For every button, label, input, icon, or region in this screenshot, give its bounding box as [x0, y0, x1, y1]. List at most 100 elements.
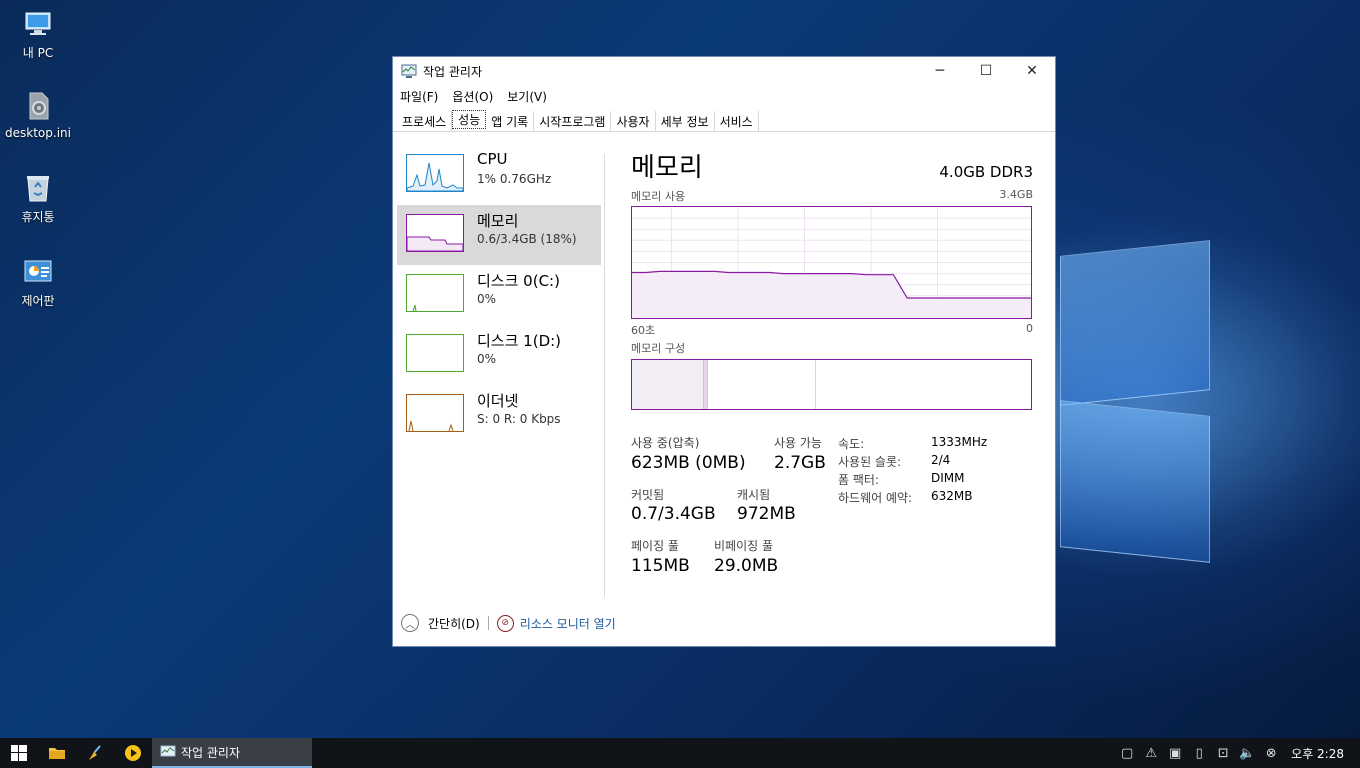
memory-title: 메모리	[631, 153, 703, 183]
volume-icon[interactable]: 🔈	[1235, 746, 1259, 761]
settings-file-icon	[22, 90, 54, 122]
desktop-icon-my-pc[interactable]: 내 PC	[0, 8, 76, 61]
taskbar-app-label: 작업 관리자	[181, 745, 241, 760]
menu-options[interactable]: 옵션(O)	[452, 88, 493, 105]
form-factor-value: DIMM	[931, 471, 965, 485]
resource-item-cpu[interactable]: CPU 1% 0.76GHz	[397, 145, 601, 205]
committed-value: 0.7/3.4GB	[631, 504, 716, 524]
folder-icon	[49, 748, 65, 759]
task-manager-window: 작업 관리자 ─ ☐ ✕ 파일(F) 옵션(O) 보기(V) 프로세스 성능 앱…	[392, 56, 1056, 647]
wallpaper-logo-pane	[1060, 240, 1210, 406]
desktop-icon-label: 내 PC	[22, 46, 54, 60]
usage-graph-max: 3.4GB	[999, 188, 1033, 201]
menu-bar: 파일(F) 옵션(O) 보기(V)	[393, 85, 1055, 107]
memory-usage-chart	[632, 207, 1031, 318]
clock[interactable]: 오후 2:28	[1291, 745, 1344, 762]
media-player-button[interactable]	[114, 738, 152, 768]
speed-key: 속도:	[838, 437, 865, 451]
pane-divider	[604, 154, 605, 597]
windows-logo-icon	[11, 745, 27, 761]
task-manager-icon	[160, 745, 176, 757]
tab-users[interactable]: 사용자	[611, 111, 656, 131]
chevron-up-icon[interactable]: ︿	[401, 614, 419, 632]
resource-detail: S: 0 R: 0 Kbps	[477, 412, 561, 426]
usb-icon[interactable]: ▯	[1187, 746, 1211, 761]
menu-file[interactable]: 파일(F)	[400, 88, 438, 105]
computer-icon	[22, 8, 54, 40]
minimize-button[interactable]: ─	[917, 57, 963, 85]
form-factor-key: 폼 팩터:	[838, 473, 879, 487]
cleanup-app-button[interactable]	[76, 738, 114, 768]
composition-modified[interactable]	[703, 360, 708, 409]
control-panel-icon	[22, 256, 54, 288]
resource-list: CPU 1% 0.76GHz 메모리 0.6/3.4GB (18%) 디스크 0…	[397, 145, 601, 445]
desktop-icon-control-panel[interactable]: 제어판	[0, 256, 76, 309]
resource-item-ethernet[interactable]: 이더넷 S: 0 R: 0 Kbps	[397, 385, 601, 445]
composition-in-use[interactable]	[632, 360, 704, 409]
file-explorer-button[interactable]	[38, 738, 76, 768]
cached-value: 972MB	[737, 504, 796, 524]
start-button[interactable]	[0, 738, 38, 768]
tab-services[interactable]: 서비스	[715, 111, 759, 131]
usage-area	[632, 271, 1031, 318]
show-desktop-icon[interactable]: ▢	[1115, 746, 1139, 761]
taskbar: 작업 관리자 ▢ ⚠ ▣ ▯ ⊡ 🔈 ⊗ 오후 2:28	[0, 738, 1360, 768]
disk-1-thumbnail-graph	[406, 334, 464, 372]
paged-pool-label: 페이징 풀	[631, 539, 679, 553]
hardware-reserved-value: 632MB	[931, 489, 973, 503]
desktop-icon-recycle-bin[interactable]: 휴지통	[0, 172, 76, 225]
available-label: 사용 가능	[774, 436, 822, 450]
ethernet-thumbnail-graph	[406, 394, 464, 432]
speed-value: 1333MHz	[931, 435, 988, 449]
system-tray: ▢ ⚠ ▣ ▯ ⊡ 🔈 ⊗ 오후 2:28	[1115, 738, 1360, 768]
desktop-icon-label: desktop.ini	[5, 126, 71, 140]
desktop-icon-desktop-ini[interactable]: desktop.ini	[0, 90, 76, 140]
play-icon	[125, 745, 141, 761]
disk-0-thumbnail-graph	[406, 274, 464, 312]
network-icon[interactable]: ⊡	[1211, 746, 1235, 761]
graph-x-right-label: 0	[1026, 322, 1033, 335]
open-resource-monitor-link[interactable]: 리소스 모니터 열기	[520, 615, 616, 632]
composition-free[interactable]	[815, 360, 1031, 409]
composition-label: 메모리 구성	[631, 342, 686, 355]
resource-item-memory[interactable]: 메모리 0.6/3.4GB (18%)	[397, 205, 601, 265]
app-tray-icon[interactable]: ▣	[1163, 746, 1187, 761]
composition-standby[interactable]	[707, 360, 816, 409]
resource-item-disk-0[interactable]: 디스크 0(C:) 0%	[397, 265, 601, 325]
resource-name: 메모리	[477, 212, 519, 230]
performance-content: CPU 1% 0.76GHz 메모리 0.6/3.4GB (18%) 디스크 0…	[393, 132, 1055, 597]
in-use-label: 사용 중(압축)	[631, 436, 700, 450]
task-manager-icon	[401, 63, 417, 79]
resource-item-disk-1[interactable]: 디스크 1(D:) 0%	[397, 325, 601, 385]
usage-graph-label: 메모리 사용	[631, 190, 686, 203]
broom-icon	[89, 745, 101, 760]
tab-performance[interactable]: 성능	[452, 110, 487, 129]
footer-separator	[487, 616, 489, 630]
window-title: 작업 관리자	[423, 64, 483, 79]
resource-name: 이더넷	[477, 392, 519, 410]
notification-close-icon[interactable]: ⊗	[1259, 746, 1283, 761]
slots-key: 사용된 슬롯:	[838, 455, 902, 469]
menu-view[interactable]: 보기(V)	[507, 88, 547, 105]
in-use-value: 623MB (0MB)	[631, 453, 746, 473]
fewer-details-link[interactable]: 간단히(D)	[428, 615, 480, 632]
cpu-thumbnail-graph	[406, 154, 464, 192]
maximize-button[interactable]: ☐	[963, 57, 1009, 85]
slots-value: 2/4	[931, 453, 951, 467]
resource-name: 디스크 0(C:)	[477, 272, 560, 290]
title-bar[interactable]: 작업 관리자 ─ ☐ ✕	[393, 57, 1055, 85]
nonpaged-pool-label: 비페이징 풀	[714, 539, 774, 553]
resource-detail: 0%	[477, 292, 497, 306]
tab-processes[interactable]: 프로세스	[397, 111, 453, 131]
desktop-icon-label: 휴지통	[21, 210, 55, 224]
memory-spec: 4.0GB DDR3	[939, 163, 1033, 181]
close-button[interactable]: ✕	[1009, 57, 1055, 85]
network-disconnected-icon[interactable]: ⚠	[1139, 746, 1163, 761]
taskbar-task-manager[interactable]: 작업 관리자	[152, 738, 312, 768]
tab-app-history[interactable]: 앱 기록	[486, 111, 535, 131]
tab-startup[interactable]: 시작프로그램	[534, 111, 612, 131]
resource-name: CPU	[477, 150, 508, 168]
available-value: 2.7GB	[774, 453, 826, 473]
tab-details[interactable]: 세부 정보	[656, 111, 715, 131]
recycle-bin-icon	[22, 172, 54, 204]
